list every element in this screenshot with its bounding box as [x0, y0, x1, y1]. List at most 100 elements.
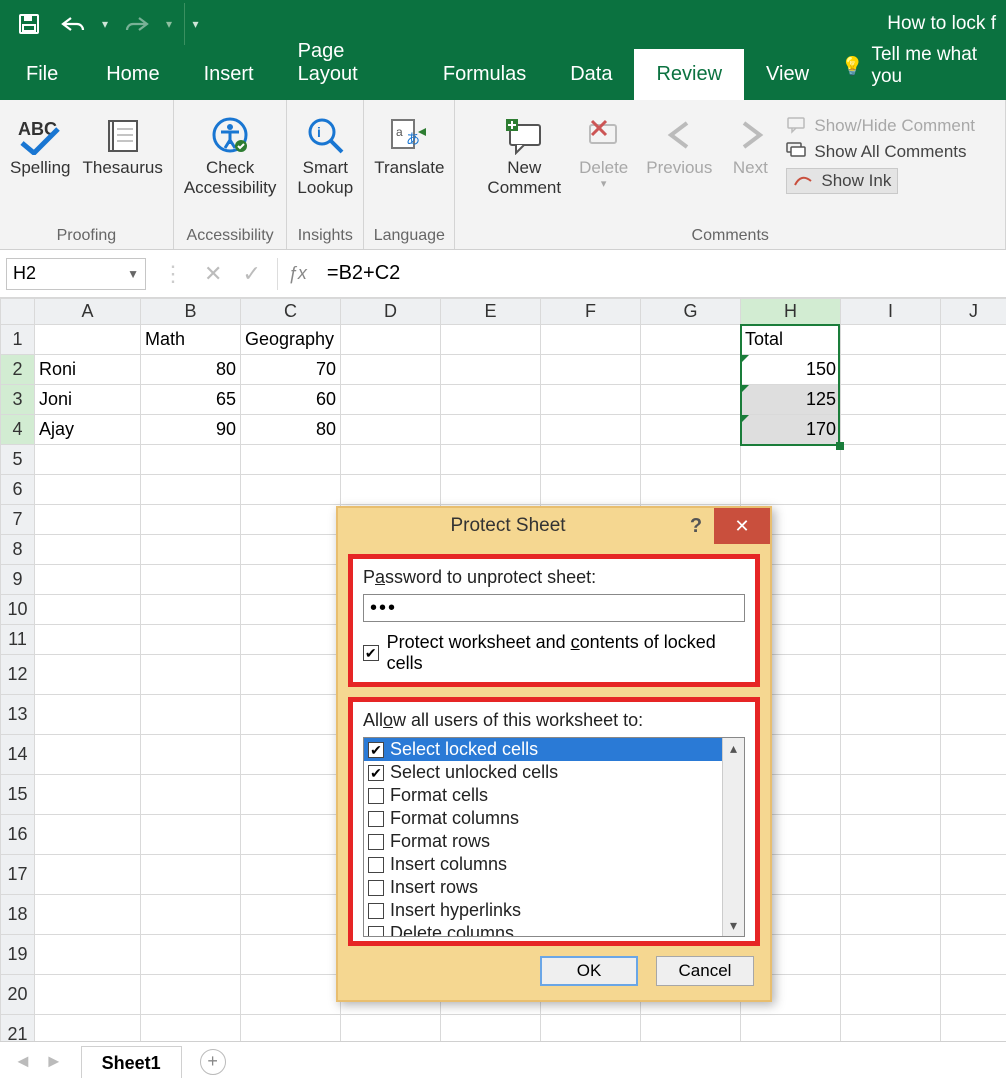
row-header[interactable]: 11 — [1, 625, 35, 655]
row-header[interactable]: 6 — [1, 475, 35, 505]
new-sheet-button[interactable]: + — [200, 1049, 226, 1075]
dialog-close-button[interactable]: ✕ — [714, 508, 770, 544]
row-header[interactable]: 19 — [1, 935, 35, 975]
permission-checkbox[interactable] — [368, 926, 384, 937]
cell[interactable]: 70 — [241, 355, 341, 385]
check-accessibility-button[interactable]: Check Accessibility — [182, 110, 279, 201]
cell[interactable]: 170 — [741, 415, 841, 445]
redo-dropdown-icon[interactable]: ▾ — [160, 3, 178, 45]
row-header[interactable]: 3 — [1, 385, 35, 415]
redo-button[interactable] — [116, 3, 158, 45]
formula-input[interactable] — [317, 258, 1006, 290]
undo-button[interactable] — [52, 3, 94, 45]
cell[interactable]: 90 — [141, 415, 241, 445]
row-header[interactable]: 12 — [1, 655, 35, 695]
cancel-formula-icon[interactable]: ✕ — [204, 261, 222, 287]
table-row[interactable]: 1 MathGeography Total — [1, 325, 1006, 355]
row-header[interactable]: 14 — [1, 735, 35, 775]
row-header[interactable]: 15 — [1, 775, 35, 815]
name-box[interactable]: H2 ▼ — [6, 258, 146, 290]
cell[interactable]: Geography — [241, 325, 341, 355]
dialog-titlebar[interactable]: Protect Sheet ? ✕ — [338, 508, 770, 544]
permission-checkbox[interactable] — [368, 903, 384, 919]
col-header-a[interactable]: A — [35, 299, 141, 325]
cell[interactable]: 80 — [241, 415, 341, 445]
thesaurus-button[interactable]: Thesaurus — [81, 110, 165, 182]
select-all-cell[interactable] — [1, 299, 35, 325]
permission-item[interactable]: Delete columns — [364, 922, 722, 936]
row-header[interactable]: 1 — [1, 325, 35, 355]
cell[interactable]: Ajay — [35, 415, 141, 445]
previous-comment-button[interactable]: Previous — [644, 110, 714, 182]
col-header-j[interactable]: J — [941, 299, 1006, 325]
permission-checkbox[interactable] — [368, 811, 384, 827]
show-ink-button[interactable]: Show Ink — [786, 168, 898, 194]
col-header-e[interactable]: E — [441, 299, 541, 325]
show-hide-comment-button[interactable]: Show/Hide Comment — [786, 116, 975, 136]
permission-item[interactable]: ✔Select locked cells — [364, 738, 722, 761]
col-header-h[interactable]: H — [741, 299, 841, 325]
permission-item[interactable]: Format cells — [364, 784, 722, 807]
row-header[interactable]: 2 — [1, 355, 35, 385]
row-header[interactable]: 7 — [1, 505, 35, 535]
cell[interactable]: 60 — [241, 385, 341, 415]
delete-comment-button[interactable]: Delete ▾ — [577, 110, 630, 194]
tell-me-search[interactable]: 💡 Tell me what you — [831, 32, 1006, 100]
permission-checkbox[interactable] — [368, 788, 384, 804]
permission-item[interactable]: Insert columns — [364, 853, 722, 876]
row-header[interactable]: 20 — [1, 975, 35, 1015]
row-header[interactable]: 8 — [1, 535, 35, 565]
table-row[interactable]: 2 Roni 80 70 150 — [1, 355, 1006, 385]
tab-insert[interactable]: Insert — [182, 49, 276, 100]
table-row[interactable]: 3 Joni 65 60 125 — [1, 385, 1006, 415]
row-header[interactable]: 10 — [1, 595, 35, 625]
row-header[interactable]: 4 — [1, 415, 35, 445]
permission-checkbox[interactable] — [368, 834, 384, 850]
protect-contents-checkbox-row[interactable]: ✔ Protect worksheet and contents of lock… — [363, 632, 745, 674]
show-all-comments-button[interactable]: Show All Comments — [786, 142, 966, 162]
sheet-tab-active[interactable]: Sheet1 — [81, 1046, 182, 1078]
permission-item[interactable]: Insert hyperlinks — [364, 899, 722, 922]
cell[interactable]: Total — [741, 325, 841, 355]
spelling-button[interactable]: ABC Spelling — [8, 110, 73, 182]
col-header-f[interactable]: F — [541, 299, 641, 325]
cell[interactable]: 125 — [741, 385, 841, 415]
col-header-b[interactable]: B — [141, 299, 241, 325]
translate-button[interactable]: aあ Translate — [372, 110, 446, 182]
table-row[interactable]: 4 Ajay 90 80 170 — [1, 415, 1006, 445]
cell[interactable]: Roni — [35, 355, 141, 385]
new-comment-button[interactable]: New Comment — [485, 110, 563, 201]
cancel-button[interactable]: Cancel — [656, 956, 754, 986]
name-box-dropdown-icon[interactable]: ▼ — [127, 267, 139, 281]
cell[interactable]: 65 — [141, 385, 241, 415]
protect-contents-checkbox[interactable]: ✔ — [363, 645, 379, 661]
row-header[interactable]: 16 — [1, 815, 35, 855]
ok-button[interactable]: OK — [540, 956, 638, 986]
permission-checkbox[interactable] — [368, 880, 384, 896]
tab-page-layout[interactable]: Page Layout — [276, 26, 421, 100]
row-header[interactable]: 9 — [1, 565, 35, 595]
row-header[interactable]: 18 — [1, 895, 35, 935]
save-button[interactable] — [8, 3, 50, 45]
cell[interactable]: 80 — [141, 355, 241, 385]
permission-item[interactable]: ✔Select unlocked cells — [364, 761, 722, 784]
tab-review[interactable]: Review — [634, 49, 744, 100]
fx-icon[interactable]: ƒx — [277, 258, 317, 290]
permission-item[interactable]: Format columns — [364, 807, 722, 830]
permissions-listbox[interactable]: ✔Select locked cells✔Select unlocked cel… — [363, 737, 745, 937]
tab-view[interactable]: View — [744, 49, 831, 100]
smart-lookup-button[interactable]: i Smart Lookup — [295, 110, 355, 201]
next-comment-button[interactable]: Next — [728, 110, 772, 182]
row-header[interactable]: 13 — [1, 695, 35, 735]
qat-customize-icon[interactable]: ▾ — [184, 3, 206, 45]
permission-checkbox[interactable]: ✔ — [368, 742, 384, 758]
cell[interactable]: Joni — [35, 385, 141, 415]
permission-checkbox[interactable] — [368, 857, 384, 873]
dialog-help-button[interactable]: ? — [678, 515, 714, 538]
col-header-i[interactable]: I — [841, 299, 941, 325]
tab-formulas[interactable]: Formulas — [421, 49, 548, 100]
permission-checkbox[interactable]: ✔ — [368, 765, 384, 781]
row-header[interactable]: 5 — [1, 445, 35, 475]
cell-active[interactable]: 150 — [741, 355, 841, 385]
scroll-up-icon[interactable]: ▴ — [730, 740, 737, 757]
